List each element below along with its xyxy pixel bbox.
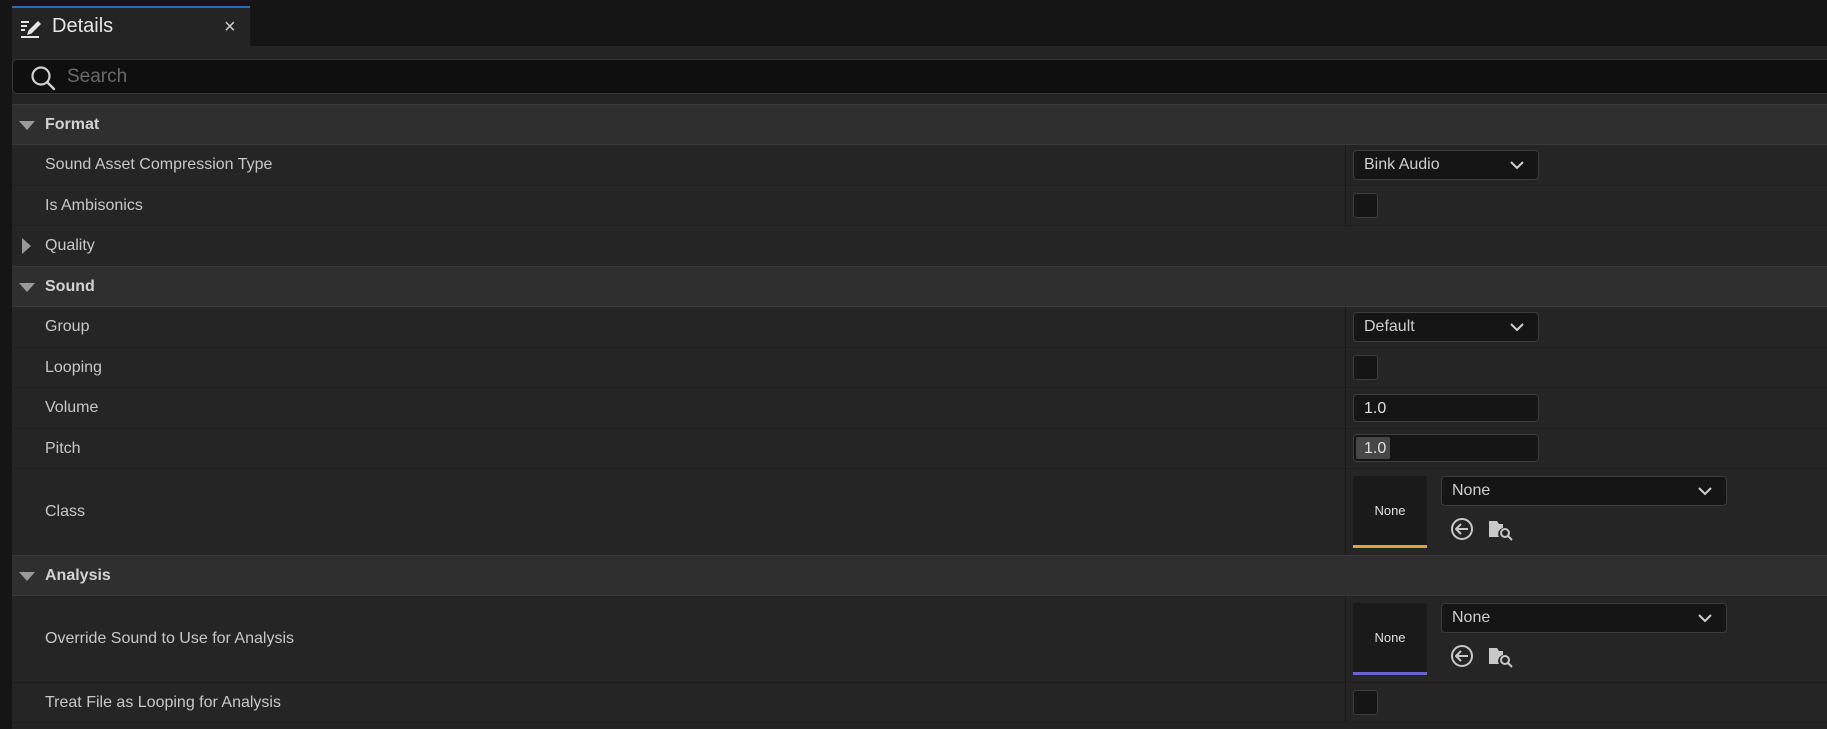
tab-title: Details — [52, 15, 114, 37]
column-splitter[interactable] — [1345, 429, 1346, 468]
title-bar: Details × — [0, 0, 1827, 47]
triangle-down-icon[interactable] — [19, 283, 35, 292]
property-row-compression-type: Sound Asset Compression Type Bink Audio — [12, 145, 1827, 186]
property-label: Class — [45, 503, 86, 520]
triangle-down-icon[interactable] — [19, 121, 35, 130]
pitch-value: 1.0 — [1364, 440, 1387, 457]
override-sound-asset-thumbnail[interactable]: None — [1353, 603, 1427, 675]
dropdown-value: Default — [1364, 318, 1415, 335]
property-label: Pitch — [45, 440, 81, 457]
property-row-group: Group Default — [12, 307, 1827, 348]
volume-value: 1.0 — [1364, 400, 1387, 417]
class-asset-thumbnail[interactable]: None — [1353, 476, 1427, 548]
column-splitter[interactable] — [1345, 145, 1346, 185]
asset-type-color-bar — [1353, 545, 1427, 548]
search-input[interactable] — [65, 63, 1769, 91]
column-splitter[interactable] — [1345, 348, 1346, 387]
close-icon[interactable]: × — [224, 16, 236, 39]
dropdown-value: None — [1452, 482, 1491, 499]
category-title: Format — [45, 116, 100, 133]
compression-type-dropdown[interactable]: Bink Audio — [1353, 150, 1539, 180]
chevron-down-icon — [1698, 487, 1712, 496]
property-row-volume: Volume 1.0 — [12, 388, 1827, 429]
search-box — [12, 59, 1827, 94]
subcategory-title: Quality — [45, 237, 95, 254]
subcategory-quality[interactable]: Quality — [12, 226, 1827, 267]
volume-input[interactable]: 1.0 — [1353, 394, 1539, 422]
property-row-pitch: Pitch 1.0 — [12, 429, 1827, 469]
browse-folder-icon[interactable] — [1486, 642, 1514, 670]
search-icon — [31, 66, 56, 91]
property-label: Is Ambisonics — [45, 197, 143, 214]
browse-folder-icon[interactable] — [1486, 515, 1514, 543]
category-title: Sound — [45, 278, 95, 295]
column-splitter[interactable] — [1345, 469, 1346, 555]
group-dropdown[interactable]: Default — [1353, 312, 1539, 342]
class-asset-picker[interactable]: None — [1441, 476, 1727, 506]
tab-details[interactable]: Details × — [12, 6, 250, 46]
category-title: Analysis — [45, 567, 111, 584]
triangle-right-icon[interactable] — [22, 238, 31, 254]
property-label: Override Sound to Use for Analysis — [45, 630, 295, 647]
property-row-treat-looping: Treat File as Looping for Analysis — [12, 683, 1827, 723]
column-splitter[interactable] — [1345, 307, 1346, 347]
category-format[interactable]: Format — [12, 104, 1827, 145]
property-label: Looping — [45, 359, 102, 376]
treat-looping-checkbox[interactable] — [1353, 690, 1378, 715]
category-sound[interactable]: Sound — [12, 266, 1827, 307]
chevron-down-icon — [1510, 323, 1524, 332]
property-label: Treat File as Looping for Analysis — [45, 694, 281, 711]
looping-checkbox[interactable] — [1353, 355, 1378, 380]
pitch-input[interactable]: 1.0 — [1353, 434, 1539, 462]
property-row-looping: Looping — [12, 348, 1827, 388]
property-label: Volume — [45, 399, 99, 416]
chevron-down-icon — [1510, 161, 1524, 170]
chevron-down-icon — [1698, 614, 1712, 623]
property-row-class: Class None None — [12, 469, 1827, 556]
category-analysis[interactable]: Analysis — [12, 555, 1827, 596]
triangle-down-icon[interactable] — [19, 572, 35, 581]
property-row-is-ambisonics: Is Ambisonics — [12, 186, 1827, 226]
edit-pencil-icon — [21, 21, 41, 38]
column-splitter[interactable] — [1345, 683, 1346, 722]
override-sound-asset-picker[interactable]: None — [1441, 603, 1727, 633]
thumbnail-label: None — [1374, 630, 1406, 645]
property-label: Group — [45, 318, 90, 335]
property-row-override-sound: Override Sound to Use for Analysis None … — [12, 596, 1827, 683]
column-splitter[interactable] — [1345, 388, 1346, 428]
column-splitter[interactable] — [1345, 186, 1346, 225]
asset-type-color-bar — [1353, 672, 1427, 675]
thumbnail-label: None — [1374, 503, 1406, 518]
dropdown-value: Bink Audio — [1364, 156, 1440, 173]
text-selection: 1.0 — [1356, 437, 1390, 459]
property-label: Sound Asset Compression Type — [45, 156, 273, 173]
use-selected-arrow-icon[interactable] — [1448, 515, 1476, 543]
dropdown-value: None — [1452, 609, 1491, 626]
column-splitter[interactable] — [1345, 596, 1346, 682]
use-selected-arrow-icon[interactable] — [1448, 642, 1476, 670]
is-ambisonics-checkbox[interactable] — [1353, 193, 1378, 218]
